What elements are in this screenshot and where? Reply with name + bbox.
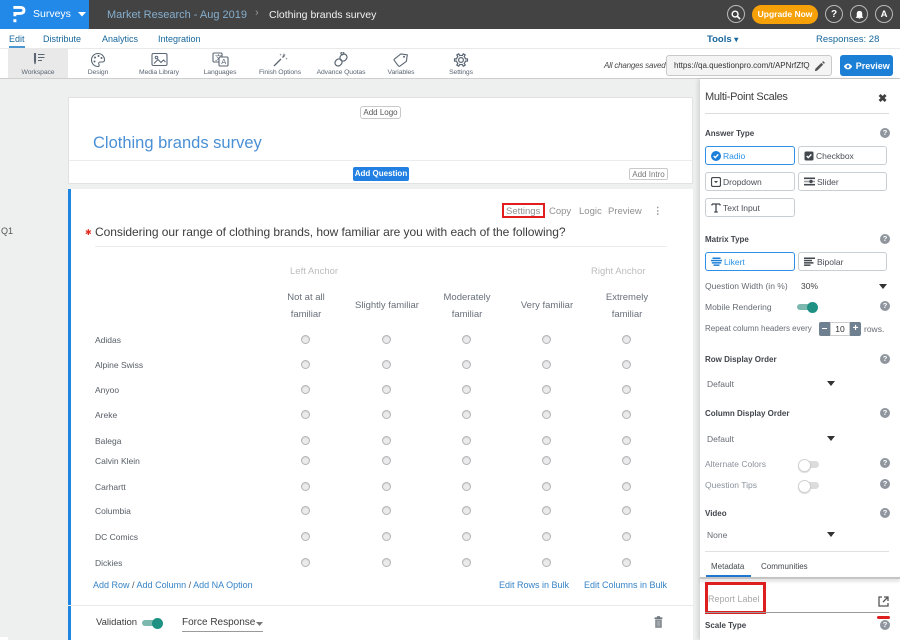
svg-text:A: A xyxy=(221,57,226,66)
